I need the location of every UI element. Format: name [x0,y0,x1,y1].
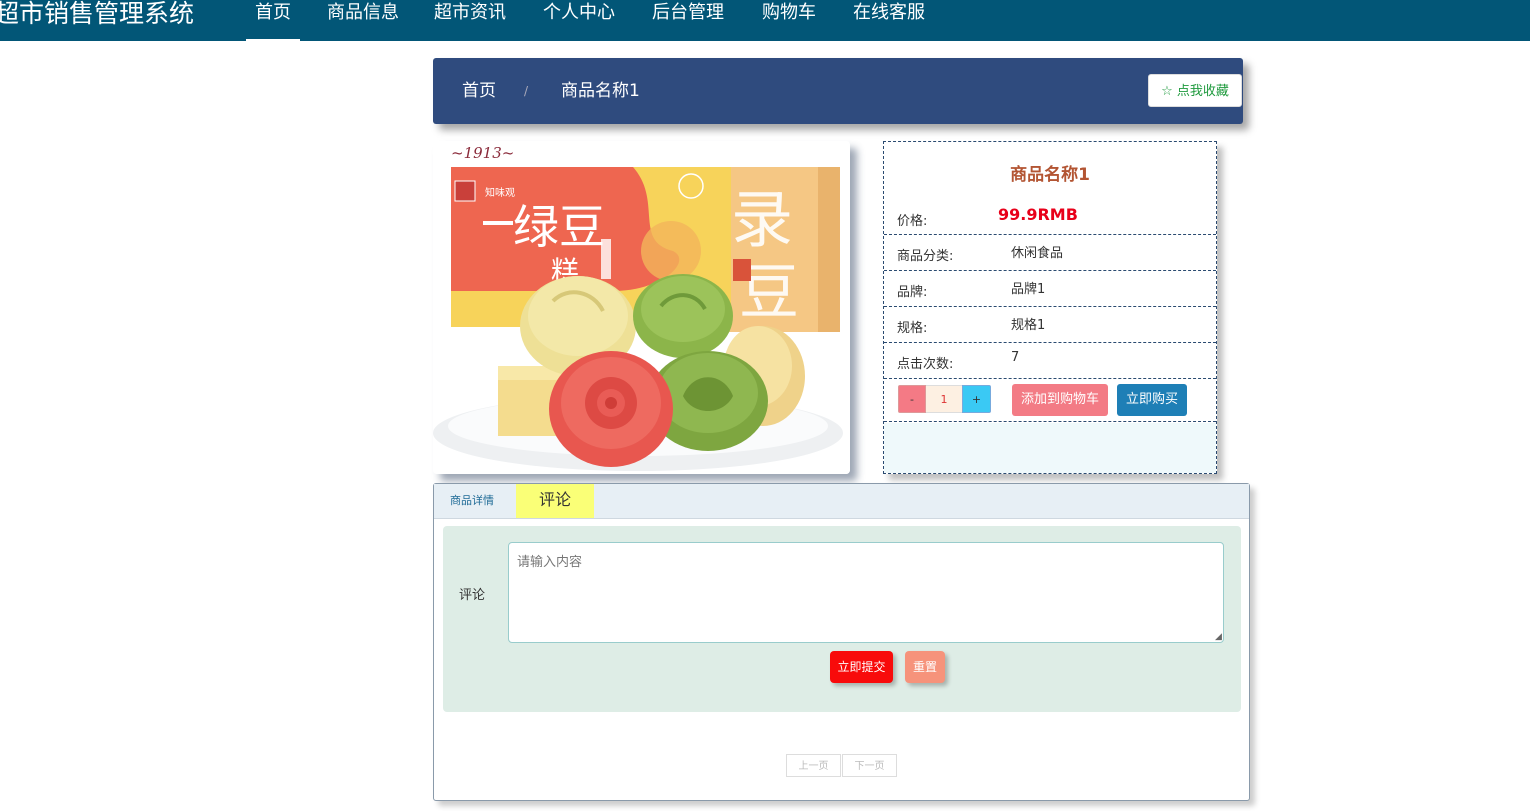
tab-product-detail[interactable]: 商品详情 [450,484,494,518]
quantity-decrease-button[interactable]: - [898,385,926,413]
price-label: 价格: [897,214,928,229]
breadcrumb-current: 商品名称1 [561,81,640,101]
nav-products[interactable]: 商品信息 [327,0,399,41]
breadcrumb: 首页 / 商品名称1 ☆ 点我收藏 [433,58,1243,124]
clicks-row: 点击次数: 7 [884,342,1216,379]
nav-cart[interactable]: 购物车 [762,0,816,41]
product-name: 商品名称1 [1010,165,1090,185]
favorite-button[interactable]: ☆ 点我收藏 [1148,74,1242,107]
nav-home[interactable]: 首页 [246,0,300,41]
price-row: 价格: 99.9RMB [884,198,1216,235]
svg-text:录: 录 [731,183,793,256]
comment-textarea[interactable] [508,542,1224,643]
brand-row: 品牌: 品牌1 [884,270,1216,307]
price-value: 99.9RMB [998,205,1078,224]
quantity-input[interactable]: 1 [926,385,962,413]
category-label: 商品分类: [897,249,954,264]
reset-button[interactable]: 重置 [905,651,945,683]
resize-grip-icon[interactable]: ◢ [1215,633,1223,642]
add-to-cart-button[interactable]: 添加到购物车 [1012,384,1108,416]
prev-page-button[interactable]: 上一页 [786,754,841,777]
quantity-increase-button[interactable]: + [962,385,991,413]
brand-value: 品牌1 [1011,282,1046,297]
info-panel-footer [884,423,1216,473]
clicks-label: 点击次数: [897,357,954,372]
spec-label: 规格: [897,321,928,336]
product-info-panel: 商品名称1 价格: 99.9RMB 商品分类: 休闲食品 品牌: 品牌1 规格:… [883,141,1217,474]
tab-bar: 商品详情 评论 [434,484,1249,519]
spec-row: 规格: 规格1 [884,306,1216,343]
clicks-value: 7 [1011,350,1020,365]
image-year-text: ~1913~ [451,144,514,162]
top-navbar: 超市销售管理系统 首页 商品信息 超市资讯 个人中心 后台管理 购物车 在线客服 [0,0,1530,41]
comment-form: 评论 ◢ 立即提交 重置 [443,526,1241,712]
brand-label: 品牌: [897,285,928,300]
category-value: 休闲食品 [1011,246,1064,261]
nav-news[interactable]: 超市资讯 [434,0,506,41]
nav-customer-service[interactable]: 在线客服 [853,0,925,41]
nav-personal-center[interactable]: 个人中心 [543,0,615,41]
submit-button[interactable]: 立即提交 [830,651,893,683]
buy-now-button[interactable]: 立即购买 [1117,384,1187,416]
category-row: 商品分类: 休闲食品 [884,234,1216,271]
svg-text:知味观: 知味观 [485,186,515,199]
product-image: ~1913~ 录 豆 知味观 绿豆 糕 [433,141,850,474]
app-title: 超市销售管理系统 [0,0,195,28]
next-page-button[interactable]: 下一页 [842,754,897,777]
comment-label: 评论 [459,588,486,603]
breadcrumb-separator: / [524,84,529,98]
tab-comment[interactable]: 评论 [516,484,594,518]
nav-admin[interactable]: 后台管理 [652,0,724,41]
product-photo: ~1913~ 录 豆 知味观 绿豆 糕 [433,141,850,474]
spec-value: 规格1 [1011,318,1046,333]
product-tabs-panel: 商品详情 评论 评论 ◢ 立即提交 重置 上一页 下一页 [433,483,1250,801]
breadcrumb-home[interactable]: 首页 [462,58,496,124]
image-box-title: 绿豆 [513,200,605,254]
